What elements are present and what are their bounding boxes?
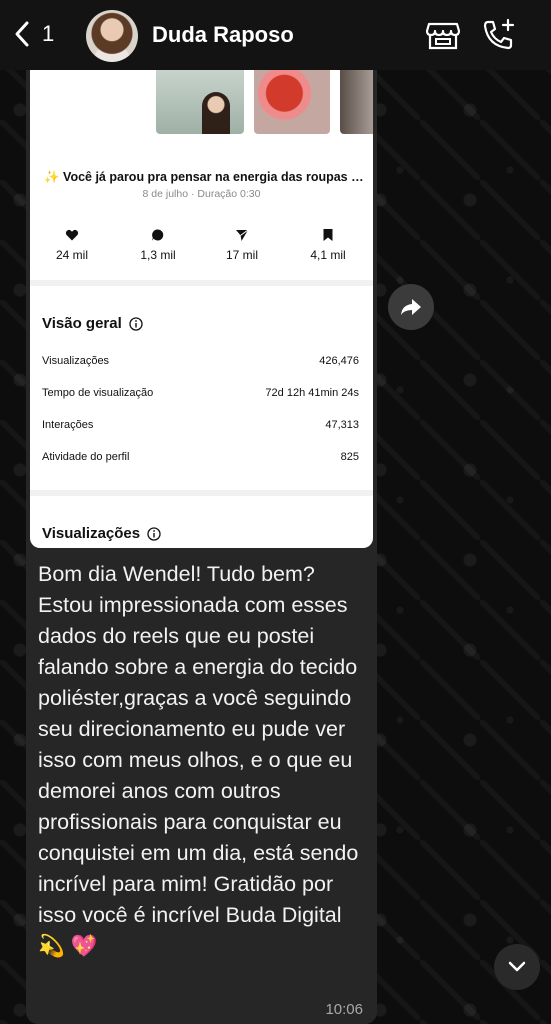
avatar[interactable]: [86, 10, 138, 62]
overview-row: Interações 47,313: [42, 419, 359, 431]
section-divider: [30, 490, 373, 496]
likes-count: 24 mil: [55, 248, 88, 262]
forward-button[interactable]: [388, 284, 434, 330]
reel-thumbnails: [30, 66, 373, 142]
views-title-text: Visualizações: [42, 525, 141, 542]
shares-stat: 17 mil: [202, 228, 282, 264]
chat-header: 1 Duda Raposo: [0, 0, 551, 70]
overview-title: Visão geral: [42, 315, 143, 332]
row-value: 426,476: [319, 355, 359, 367]
chevron-left-icon: [15, 21, 29, 47]
scroll-down-button[interactable]: [494, 944, 540, 990]
likes-stat: 24 mil: [32, 228, 112, 264]
call-add-icon[interactable]: [480, 16, 518, 54]
overview-title-text: Visão geral: [42, 315, 122, 332]
reel-title: ✨ Você já parou pra pensar na energia da…: [44, 170, 364, 184]
comment-icon: [152, 229, 164, 241]
reel-meta: 8 de julho · Duração 0:30: [142, 188, 261, 200]
saves-count: 4,1 mil: [310, 248, 346, 262]
info-icon[interactable]: [147, 526, 161, 541]
thumbnail-person: [202, 92, 230, 134]
store-icon[interactable]: [424, 16, 462, 54]
message-body: Bom dia Wendel! Tudo bem? Estou impressi…: [38, 562, 359, 927]
message-bubble[interactable]: ✨ Você já parou pra pensar na energia da…: [26, 66, 377, 1024]
section-divider: [30, 280, 373, 286]
message-text: Bom dia Wendel! Tudo bem? Estou impressi…: [38, 559, 370, 962]
message-time: 10:06: [325, 1001, 363, 1018]
info-icon[interactable]: [129, 316, 143, 331]
chevron-down-icon: [508, 961, 526, 972]
back-button[interactable]: 1: [12, 20, 54, 48]
heart-icon: [65, 229, 79, 241]
comments-count: 1,3 mil: [140, 248, 176, 262]
dizzy-emoji: 💫: [38, 934, 65, 958]
forward-icon: [401, 299, 421, 315]
row-value: 47,313: [325, 419, 359, 431]
row-label: Atividade do perfil: [42, 451, 130, 463]
bookmark-icon: [323, 229, 333, 241]
shares-count: 17 mil: [225, 248, 258, 262]
sparkling-heart-emoji: 💖: [70, 934, 98, 958]
reel-stats: 24 mil 1,3 mil 17 mil 4,1 mil: [30, 228, 373, 268]
saves-stat: 4,1 mil: [288, 228, 368, 264]
overview-row: Visualizações 426,476: [42, 355, 359, 367]
reel-insights-screenshot[interactable]: ✨ Você já parou pra pensar na energia da…: [30, 66, 373, 548]
row-label: Interações: [42, 419, 94, 431]
contact-name[interactable]: Duda Raposo: [152, 22, 294, 48]
row-label: Visualizações: [42, 355, 110, 367]
share-icon: [236, 229, 249, 241]
thumbnail-1: [156, 66, 244, 134]
overview-row: Atividade do perfil 825: [42, 451, 359, 463]
row-value: 72d 12h 41min 24s: [265, 387, 359, 399]
views-title: Visualizações: [42, 525, 161, 542]
comments-stat: 1,3 mil: [118, 228, 198, 264]
thumbnail-2: [254, 66, 330, 134]
thumbnail-3: [340, 66, 373, 134]
overview-row: Tempo de visualização 72d 12h 41min 24s: [42, 387, 359, 399]
row-label: Tempo de visualização: [42, 387, 154, 399]
row-value: 825: [340, 451, 359, 463]
unread-count: 1: [42, 21, 55, 46]
